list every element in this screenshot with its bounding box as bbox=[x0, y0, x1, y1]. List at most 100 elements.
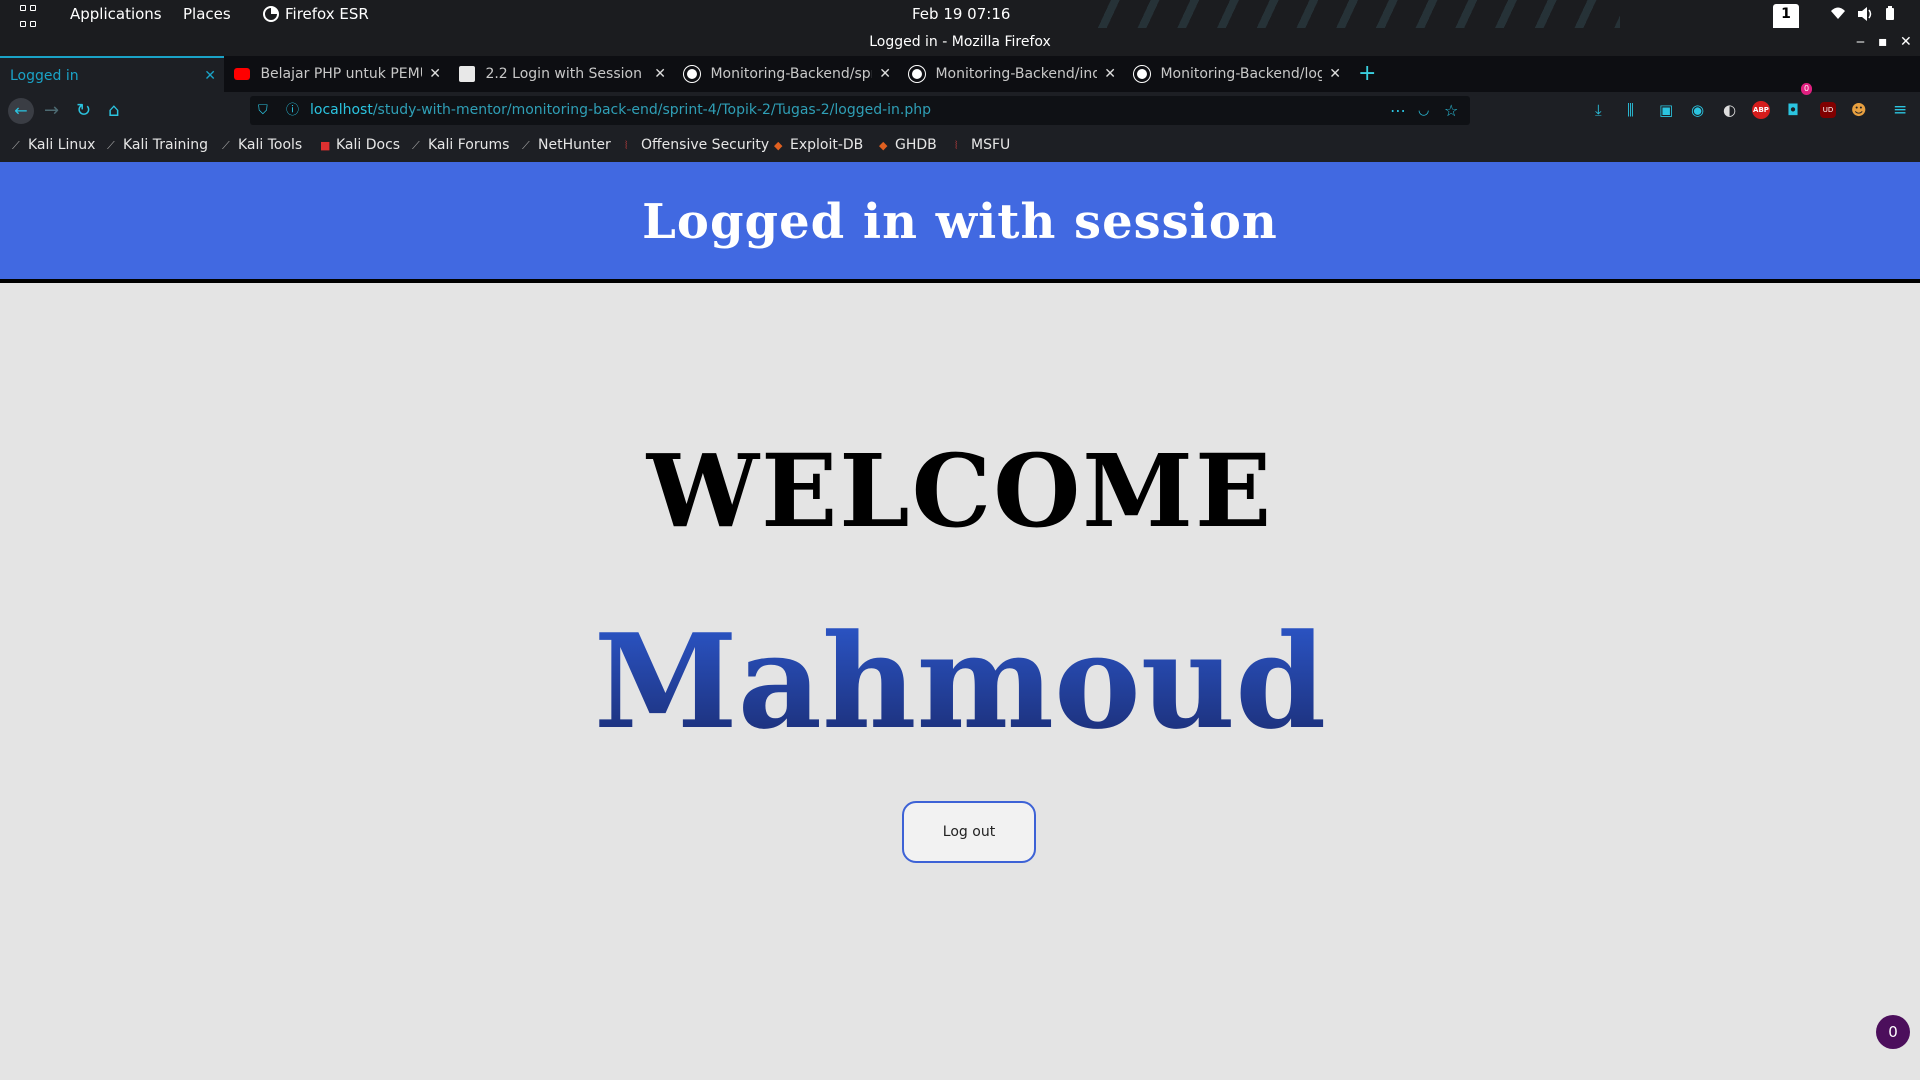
panel-decoration bbox=[1080, 0, 1620, 28]
bookmark-kali-tools[interactable]: ⟋ Kali Tools bbox=[222, 129, 302, 162]
active-app-menu[interactable]: Firefox ESR bbox=[263, 0, 369, 28]
bookmarks-toolbar: ⟋ Kali Linux ⟋ Kali Training ⟋ Kali Tools ■… bbox=[0, 129, 1920, 162]
tab-logged-in[interactable]: Logged in ✕ bbox=[0, 56, 224, 92]
kali-dragon-icon: ⟋ bbox=[412, 139, 420, 152]
welcome-heading: WELCOME bbox=[646, 432, 1274, 550]
close-tab-icon[interactable]: ✕ bbox=[429, 56, 441, 92]
bookmark-label: Kali Forums bbox=[428, 137, 510, 153]
close-tab-icon[interactable]: ✕ bbox=[879, 56, 891, 92]
tab-label: Logged in bbox=[10, 68, 79, 84]
volume-icon[interactable] bbox=[1856, 0, 1874, 28]
bookmark-kali-docs[interactable]: ■ Kali Docs bbox=[320, 129, 400, 162]
url-host: localhost bbox=[310, 102, 373, 118]
notifications-extension-icon[interactable]: ◘ 0 bbox=[1787, 83, 1813, 129]
applications-menu[interactable]: Applications bbox=[70, 0, 162, 28]
close-tab-icon[interactable]: ✕ bbox=[204, 58, 216, 92]
downloads-icon[interactable]: ⤓ bbox=[1595, 92, 1602, 129]
extension-icon[interactable]: ◐ bbox=[1723, 92, 1736, 129]
tab-label: Monitoring-Backend/spri bbox=[710, 66, 873, 82]
maximize-icon[interactable]: ▪ bbox=[1878, 28, 1888, 56]
msfu-icon: ⦚ bbox=[955, 139, 958, 152]
bookmark-label: MSFU bbox=[971, 137, 1011, 153]
bookmark-label: Offensive Security bbox=[641, 137, 770, 153]
ublock-icon[interactable]: UD bbox=[1820, 102, 1836, 118]
profile-extension-icon[interactable]: ☻ bbox=[1851, 92, 1867, 129]
tab-strip: Logged in ✕ Belajar PHP untuk PEMU ✕ 2.2… bbox=[0, 56, 1920, 92]
reload-button[interactable]: ↻ bbox=[76, 92, 91, 129]
forward-button[interactable]: → bbox=[44, 92, 59, 129]
close-window-icon[interactable]: ✕ bbox=[1900, 28, 1912, 56]
tab-youtube[interactable]: Belajar PHP untuk PEMU ✕ bbox=[224, 56, 449, 92]
ghdb-icon: ◆ bbox=[879, 139, 888, 152]
close-tab-icon[interactable]: ✕ bbox=[1329, 56, 1341, 92]
close-tab-icon[interactable]: ✕ bbox=[1104, 56, 1116, 92]
bookmark-star-icon[interactable]: ☆ bbox=[1444, 96, 1458, 125]
bookmark-ghdb[interactable]: ◆ GHDB bbox=[879, 129, 937, 162]
menu-icon[interactable]: ≡ bbox=[1893, 92, 1907, 129]
sidebar-icon[interactable]: ▣ bbox=[1659, 92, 1673, 129]
floating-badge[interactable]: 0 bbox=[1876, 1015, 1910, 1049]
url-bar[interactable]: ⛉ ⓘ localhost/study-with-mentor/monitori… bbox=[250, 96, 1470, 125]
active-app-label: Firefox ESR bbox=[285, 5, 369, 23]
bookmark-kali-forums[interactable]: ⟋ Kali Forums bbox=[412, 129, 509, 162]
github-icon bbox=[909, 66, 925, 82]
github-icon bbox=[1134, 66, 1150, 82]
url-text[interactable]: localhost/study-with-mentor/monitoring-b… bbox=[310, 96, 931, 125]
bookmark-label: Kali Training bbox=[123, 137, 208, 153]
adblock-plus-icon[interactable]: ABP bbox=[1752, 101, 1770, 119]
bookmark-kali-training[interactable]: ⟋ Kali Training bbox=[107, 129, 208, 162]
bookmark-label: Kali Linux bbox=[28, 137, 96, 153]
bookmark-nethunter[interactable]: ⟋ NetHunter bbox=[522, 129, 611, 162]
site-info-icon[interactable]: ⓘ bbox=[286, 96, 299, 125]
firefox-icon bbox=[263, 6, 279, 22]
pocket-icon[interactable]: ◡ bbox=[1418, 96, 1429, 125]
page-actions-icon[interactable]: ⋯ bbox=[1390, 96, 1406, 125]
minimize-icon[interactable]: ‒ bbox=[1856, 28, 1865, 56]
back-button[interactable]: ← bbox=[8, 98, 34, 124]
kali-dragon-icon: ⟋ bbox=[12, 139, 20, 152]
new-tab-button[interactable]: + bbox=[1358, 56, 1376, 92]
page-icon bbox=[459, 66, 475, 82]
tracking-shield-icon[interactable]: ⛉ bbox=[258, 96, 268, 125]
tab-label: Monitoring-Backend/log bbox=[1160, 66, 1323, 82]
library-icon[interactable]: ⫼ bbox=[1627, 92, 1634, 129]
bookmark-kali-linux[interactable]: ⟋ Kali Linux bbox=[12, 129, 95, 162]
tab-github-sprint[interactable]: Monitoring-Backend/spri ✕ bbox=[674, 56, 899, 92]
kali-dragon-icon: ⟋ bbox=[522, 139, 530, 152]
bookmark-label: Kali Docs bbox=[336, 137, 401, 153]
page-content: Logged in with session WELCOME Mahmoud L… bbox=[0, 162, 1920, 1080]
offsec-icon: ⦚ bbox=[625, 139, 628, 152]
bookmark-msfu[interactable]: ⦚ MSFU bbox=[955, 129, 1010, 162]
nav-toolbar: ← → ↻ ⌂ ⛉ ⓘ localhost/study-with-mentor/… bbox=[0, 83, 1920, 129]
tab-label: 2.2 Login with Session or bbox=[485, 66, 648, 82]
tab-label: Monitoring-Backend/ind bbox=[935, 66, 1098, 82]
tab-github-index[interactable]: Monitoring-Backend/ind ✕ bbox=[899, 56, 1124, 92]
logout-button[interactable]: Log out bbox=[902, 801, 1036, 863]
tab-label: Belajar PHP untuk PEMU bbox=[260, 66, 423, 82]
kali-dragon-icon: ⟋ bbox=[222, 139, 230, 152]
kali-docs-icon: ■ bbox=[320, 139, 331, 152]
bookmark-offensive-security[interactable]: ⦚ Offensive Security bbox=[625, 129, 769, 162]
account-icon[interactable]: ◉ bbox=[1691, 92, 1704, 129]
wifi-icon[interactable] bbox=[1830, 0, 1846, 28]
top-panel: Applications Places Firefox ESR Feb 19 0… bbox=[0, 0, 1920, 32]
bookmark-label: Kali Tools bbox=[238, 137, 303, 153]
tab-github-login[interactable]: Monitoring-Backend/log ✕ bbox=[1124, 56, 1349, 92]
battery-icon[interactable] bbox=[1884, 0, 1896, 28]
close-tab-icon[interactable]: ✕ bbox=[654, 56, 666, 92]
window-title: Logged in - Mozilla Firefox bbox=[869, 34, 1051, 50]
clock[interactable]: Feb 19 07:16 bbox=[912, 0, 1010, 28]
exploit-db-icon: ◆ bbox=[774, 139, 783, 152]
window-titlebar: Logged in - Mozilla Firefox ‒ ▪ ✕ bbox=[0, 28, 1920, 56]
tab-login-session[interactable]: 2.2 Login with Session or ✕ bbox=[449, 56, 674, 92]
github-icon bbox=[684, 66, 700, 82]
kali-dragon-icon: ⟋ bbox=[107, 139, 115, 152]
places-menu[interactable]: Places bbox=[183, 0, 231, 28]
page-title: Logged in with session bbox=[642, 194, 1278, 250]
home-button[interactable]: ⌂ bbox=[108, 92, 119, 129]
bookmark-exploit-db[interactable]: ◆ Exploit-DB bbox=[774, 129, 863, 162]
url-path: /study-with-mentor/monitoring-back-end/s… bbox=[372, 102, 932, 118]
username-heading: Mahmoud bbox=[0, 605, 1920, 758]
bookmark-label: NetHunter bbox=[538, 137, 611, 153]
page-header: Logged in with session bbox=[0, 162, 1920, 283]
